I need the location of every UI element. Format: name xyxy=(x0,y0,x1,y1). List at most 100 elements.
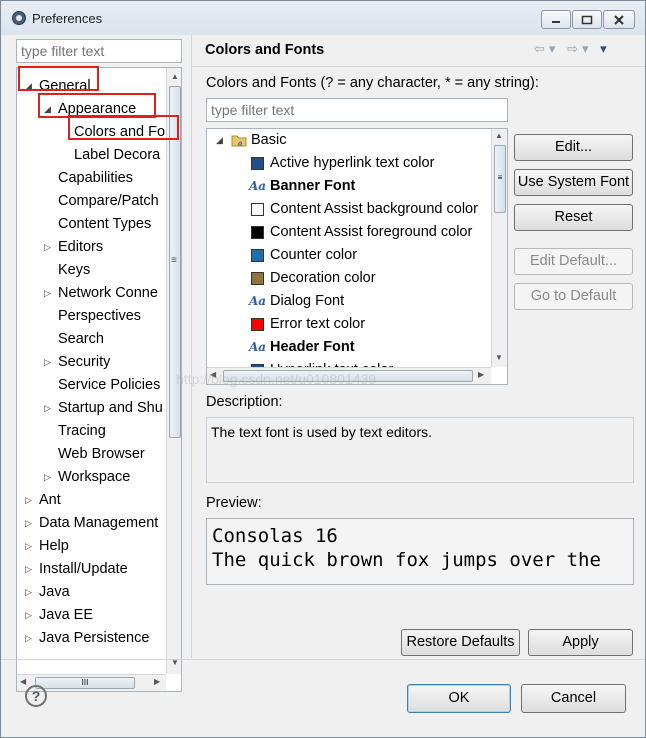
forward-icon[interactable]: ⇨ xyxy=(567,41,582,56)
title-bar: Preferences xyxy=(1,1,645,35)
color-swatch-icon xyxy=(251,318,264,331)
color-font-item[interactable]: Active hyperlink text color xyxy=(207,152,491,175)
expand-icon[interactable]: ▷ xyxy=(25,512,35,534)
colors-vertical-scrollbar[interactable]: ▲ ≡ ▼ xyxy=(491,129,507,367)
color-swatch-icon xyxy=(251,249,264,262)
tree-item-label: Help xyxy=(39,538,69,554)
scroll-down-icon[interactable]: ▼ xyxy=(495,353,503,362)
color-font-item[interactable]: Content Assist foreground color xyxy=(207,221,491,244)
expand-icon[interactable]: ▷ xyxy=(25,581,35,603)
color-font-item[interactable]: Counter color xyxy=(207,244,491,267)
item-label: Decoration color xyxy=(270,270,376,286)
item-label: Counter color xyxy=(270,247,358,263)
hscroll-thumb[interactable]: III xyxy=(35,677,135,689)
forward-menu-icon[interactable]: ▾ xyxy=(582,41,593,56)
expand-icon[interactable]: ▷ xyxy=(44,236,54,258)
dialog-body: ▷Java Persistence▷Java EE▷Java▷Install/U… xyxy=(1,35,645,737)
tree-item-label: Capabilities xyxy=(58,170,133,186)
color-font-item[interactable]: Aa Dialog Font xyxy=(207,290,491,313)
font-icon: Aa xyxy=(249,340,267,354)
scroll-thumb[interactable]: ≡ xyxy=(494,145,506,213)
expand-icon[interactable]: ▷ xyxy=(44,397,54,419)
expand-icon[interactable]: ▷ xyxy=(25,535,35,557)
colors-fonts-tree[interactable]: ◢ a Basic Active hyperlink text color Aa B… xyxy=(206,128,508,385)
maximize-icon xyxy=(581,15,593,24)
page-title: Colors and Fonts xyxy=(205,42,325,58)
item-label: Dialog Font xyxy=(270,293,345,309)
apply-button[interactable]: Apply xyxy=(528,629,633,656)
scroll-right-icon[interactable]: ▶ xyxy=(478,370,484,379)
svg-text:a: a xyxy=(238,139,243,148)
expand-icon[interactable]: ▷ xyxy=(25,558,35,580)
preview-box: Consolas 16 The quick brown fox jumps ov… xyxy=(206,518,634,585)
tree-item-label: Security xyxy=(58,354,111,370)
view-menu-icon[interactable]: ▾ xyxy=(600,41,611,56)
tree-item-label: Network Conne xyxy=(58,285,158,301)
colors-filter-input[interactable] xyxy=(206,98,508,122)
color-font-item[interactable]: Content Assist background color xyxy=(207,198,491,221)
item-label: Content Assist foreground color xyxy=(270,224,473,240)
reset-button[interactable]: Reset xyxy=(514,204,633,231)
expand-icon[interactable]: ▷ xyxy=(44,466,54,488)
highlight-colors-and-fonts xyxy=(68,115,179,140)
item-label: Banner Font xyxy=(270,178,356,194)
description-box: The text font is used by text editors. xyxy=(206,417,634,483)
maximize-button[interactable] xyxy=(572,10,602,29)
minimize-button[interactable] xyxy=(541,10,571,29)
grip-icon: ≡ xyxy=(497,173,503,182)
tree-item-label: Java xyxy=(39,584,70,600)
preview-line-1: Consolas 16 xyxy=(212,525,338,547)
expand-icon[interactable]: ▷ xyxy=(44,351,54,373)
edit-button[interactable]: Edit... xyxy=(514,134,633,161)
scroll-up-icon[interactable]: ▲ xyxy=(169,70,181,84)
tree-item-label: Startup and Shu xyxy=(58,400,163,416)
tree-item-label: Java EE xyxy=(39,607,93,623)
description-label: Description: xyxy=(206,394,283,410)
expand-icon[interactable]: ▷ xyxy=(44,282,54,304)
preference-filter-input[interactable] xyxy=(16,39,182,63)
restore-defaults-button[interactable]: Restore Defaults xyxy=(401,629,520,656)
preference-tree[interactable]: ▷ Java Persistence ▷ Java EE ▷ Java ▷ Install/U… xyxy=(16,67,182,692)
expand-icon[interactable]: ▷ xyxy=(25,604,35,626)
item-label: Header Font xyxy=(270,339,355,355)
close-icon xyxy=(614,14,624,25)
edit-default-button[interactable]: Edit Default... xyxy=(514,248,633,275)
color-swatch-icon xyxy=(251,272,264,285)
tree-item-label: Ant xyxy=(39,492,61,508)
panel-divider[interactable] xyxy=(191,35,192,658)
app-gear-icon xyxy=(12,11,26,25)
color-font-item[interactable]: Aa Header Font xyxy=(207,336,491,359)
color-font-item[interactable]: Decoration color xyxy=(207,267,491,290)
use-system-font-button[interactable]: Use System Font xyxy=(514,169,633,196)
color-font-item[interactable]: Aa Banner Font xyxy=(207,175,491,198)
grip-icon: ≡ xyxy=(171,255,177,266)
ok-button[interactable]: OK xyxy=(407,684,511,713)
item-label: Error text color xyxy=(270,316,366,332)
preview-line-2: The quick brown fox jumps over the xyxy=(212,549,601,571)
color-font-item[interactable]: Error text color xyxy=(207,313,491,336)
scroll-right-icon[interactable]: ▶ xyxy=(154,677,160,686)
cancel-button[interactable]: Cancel xyxy=(521,684,626,713)
scroll-left-icon[interactable]: ◀ xyxy=(20,677,26,686)
window-title: Preferences xyxy=(32,11,103,26)
tree-item-label: Editors xyxy=(58,239,104,255)
folder-icon: a xyxy=(231,135,247,148)
help-icon[interactable]: ? xyxy=(25,685,47,707)
highlight-general xyxy=(18,66,99,91)
close-button[interactable] xyxy=(603,10,635,29)
expand-icon[interactable]: ▷ xyxy=(25,489,35,511)
tree-item-label: Label Decora xyxy=(74,147,161,163)
page-subtitle: Colors and Fonts (? = any character, * =… xyxy=(206,75,539,91)
expand-icon[interactable]: ▷ xyxy=(25,627,35,649)
collapse-icon[interactable]: ◢ xyxy=(216,129,223,152)
category-label: Basic xyxy=(251,132,287,148)
tree-item-label: Data Management xyxy=(39,515,159,531)
watermark: http://blog.csdn.net/u010801439 xyxy=(176,371,377,387)
tree-item-label: Install/Update xyxy=(39,561,128,577)
minimize-icon xyxy=(552,20,560,23)
back-menu-icon[interactable]: ▾ xyxy=(549,41,560,56)
scroll-up-icon[interactable]: ▲ xyxy=(495,131,503,140)
back-icon[interactable]: ⇦ xyxy=(534,41,549,56)
go-to-default-button[interactable]: Go to Default xyxy=(514,283,633,310)
tree-item-label: Keys xyxy=(58,262,91,278)
